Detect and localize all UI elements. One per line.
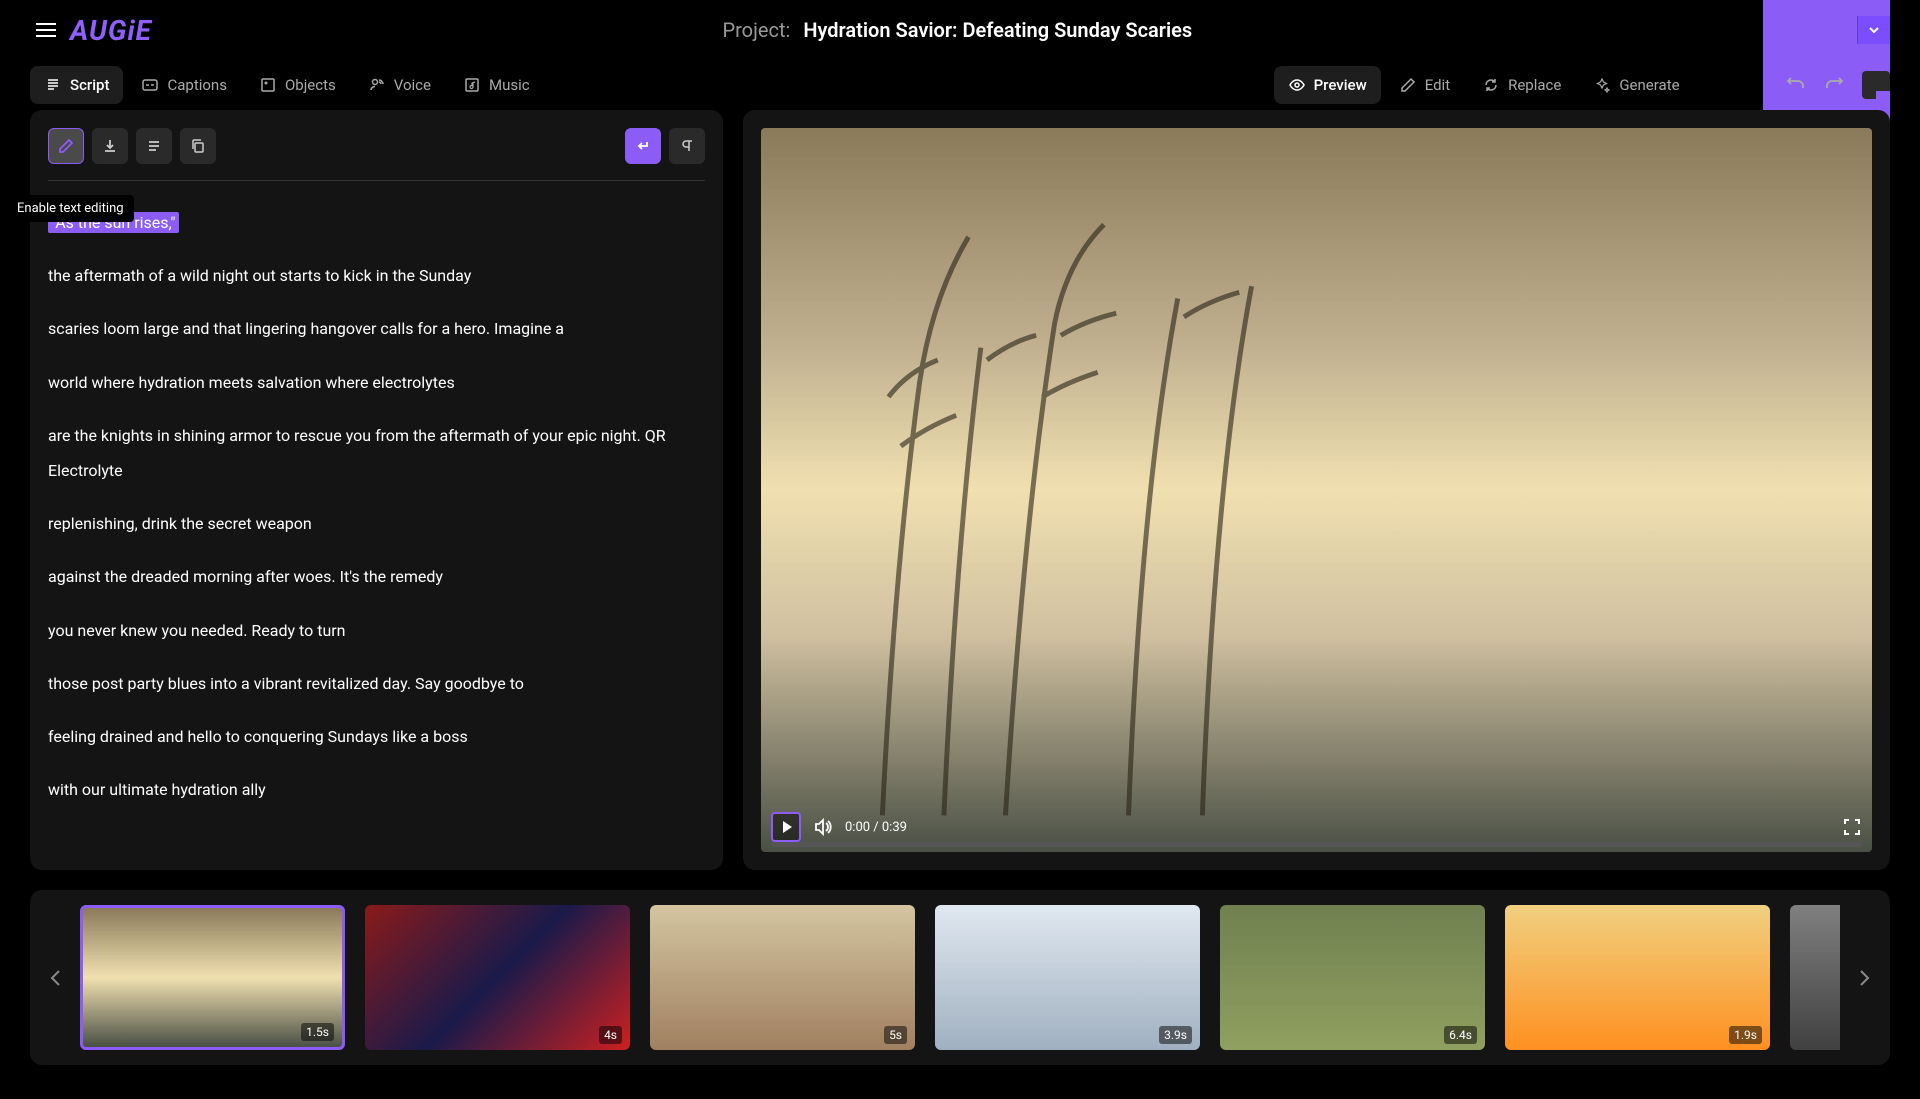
tab-replace[interactable]: Replace bbox=[1468, 66, 1575, 104]
script-line-highlighted[interactable]: "As the sun rises," bbox=[48, 205, 705, 240]
script-icon bbox=[44, 76, 62, 94]
tabs-row: Script Captions Objects Voice Music Prev… bbox=[0, 60, 1920, 110]
header-bar: AUGiE Project: Hydration Savior: Defeati… bbox=[0, 0, 1920, 60]
copy-tool-button[interactable] bbox=[180, 128, 216, 164]
list-tool-button[interactable] bbox=[136, 128, 172, 164]
download-dropdown[interactable] bbox=[1857, 16, 1890, 44]
script-line[interactable]: world where hydration meets salvation wh… bbox=[48, 365, 705, 400]
left-tabs: Script Captions Objects Voice Music bbox=[30, 66, 544, 104]
time-display: 0:00 / 0:39 bbox=[845, 820, 907, 835]
preview-panel: 0:00 / 0:39 bbox=[743, 110, 1890, 870]
tab-edit[interactable]: Edit bbox=[1385, 66, 1464, 104]
script-line[interactable]: with our ultimate hydration ally bbox=[48, 772, 705, 807]
script-line[interactable]: against the dreaded morning after woes. … bbox=[48, 559, 705, 594]
music-icon bbox=[463, 76, 481, 94]
clip-duration: 6.4s bbox=[1444, 1026, 1477, 1044]
copy-icon bbox=[190, 138, 206, 154]
main-content: "As the sun rises," the aftermath of a w… bbox=[0, 110, 1920, 870]
paragraph-icon bbox=[679, 138, 695, 154]
script-line[interactable]: feeling drained and hello to conquering … bbox=[48, 719, 705, 754]
script-line[interactable]: the aftermath of a wild night out starts… bbox=[48, 258, 705, 293]
video-preview[interactable]: 0:00 / 0:39 bbox=[761, 128, 1872, 852]
edit-icon bbox=[1399, 76, 1417, 94]
script-content[interactable]: "As the sun rises," the aftermath of a w… bbox=[48, 180, 705, 825]
tab-script[interactable]: Script bbox=[30, 66, 123, 104]
script-line[interactable]: you never knew you needed. Ready to turn bbox=[48, 613, 705, 648]
generate-icon bbox=[1593, 76, 1611, 94]
objects-icon bbox=[259, 76, 277, 94]
script-line[interactable]: those post party blues into a vibrant re… bbox=[48, 666, 705, 701]
chevron-down-icon bbox=[1868, 24, 1880, 36]
script-line[interactable]: replenishing, drink the secret weapon bbox=[48, 506, 705, 541]
clip-thumbnail[interactable]: 5s bbox=[650, 905, 915, 1050]
clip-duration: 3.9s bbox=[1159, 1026, 1192, 1044]
script-toolbar bbox=[48, 128, 705, 164]
header-action-icons bbox=[1786, 71, 1890, 99]
edit-tool-button[interactable] bbox=[48, 128, 84, 164]
script-line[interactable]: are the knights in shining armor to resc… bbox=[48, 418, 705, 488]
timeline-prev-button[interactable] bbox=[44, 966, 68, 990]
clip-duration: 1.9s bbox=[1729, 1026, 1762, 1044]
enter-tool-button[interactable] bbox=[625, 128, 661, 164]
timeline-next-button[interactable] bbox=[1852, 966, 1876, 990]
right-tabs: Preview Edit Replace Generate bbox=[1274, 66, 1694, 104]
toolbar-left bbox=[48, 128, 216, 164]
video-content-graphic bbox=[817, 200, 1317, 815]
play-button[interactable] bbox=[771, 812, 801, 842]
project-name: Hydration Savior: Defeating Sunday Scari… bbox=[803, 18, 1192, 42]
menu-button[interactable] bbox=[30, 17, 62, 43]
script-line[interactable]: scaries loom large and that lingering ha… bbox=[48, 311, 705, 346]
clip-thumbnail[interactable] bbox=[1790, 905, 1840, 1050]
voice-icon bbox=[368, 76, 386, 94]
replace-icon bbox=[1482, 76, 1500, 94]
clip-thumbnail[interactable]: 1.5s bbox=[80, 905, 345, 1050]
download-icon bbox=[102, 138, 118, 154]
clip-duration: 5s bbox=[884, 1026, 907, 1044]
tab-preview[interactable]: Preview bbox=[1274, 66, 1381, 104]
play-icon bbox=[783, 821, 792, 833]
tab-generate[interactable]: Generate bbox=[1579, 66, 1693, 104]
download-tool-button[interactable] bbox=[92, 128, 128, 164]
fullscreen-button[interactable] bbox=[1842, 817, 1862, 837]
tab-music[interactable]: Music bbox=[449, 66, 544, 104]
project-title: Project: Hydration Savior: Defeating Sun… bbox=[152, 18, 1763, 42]
redo-icon[interactable] bbox=[1824, 75, 1844, 95]
project-label: Project: bbox=[722, 18, 790, 42]
captions-icon bbox=[141, 76, 159, 94]
logo: AUGiE bbox=[70, 14, 152, 47]
progress-bar[interactable] bbox=[771, 842, 1862, 847]
volume-button[interactable] bbox=[813, 817, 833, 837]
preview-icon bbox=[1288, 76, 1306, 94]
script-panel: "As the sun rises," the aftermath of a w… bbox=[30, 110, 723, 870]
list-icon bbox=[146, 138, 162, 154]
paragraph-tool-button[interactable] bbox=[669, 128, 705, 164]
clip-thumbnail[interactable]: 3.9s bbox=[935, 905, 1200, 1050]
timeline: 1.5s 4s 5s 3.9s 6.4s 1.9s bbox=[30, 890, 1890, 1065]
toolbar-right bbox=[625, 128, 705, 164]
enter-icon bbox=[635, 138, 651, 154]
clip-duration: 4s bbox=[599, 1026, 622, 1044]
tab-captions[interactable]: Captions bbox=[127, 66, 240, 104]
save-icon[interactable] bbox=[1862, 71, 1890, 99]
tab-voice[interactable]: Voice bbox=[354, 66, 445, 104]
clip-thumbnail[interactable]: 1.9s bbox=[1505, 905, 1770, 1050]
clip-duration: 1.5s bbox=[301, 1023, 334, 1041]
tooltip: Enable text editing bbox=[7, 195, 134, 222]
clips-container: 1.5s 4s 5s 3.9s 6.4s 1.9s bbox=[80, 905, 1840, 1050]
clip-thumbnail[interactable]: 6.4s bbox=[1220, 905, 1485, 1050]
undo-icon[interactable] bbox=[1786, 75, 1806, 95]
tab-objects[interactable]: Objects bbox=[245, 66, 350, 104]
pencil-icon bbox=[58, 138, 74, 154]
clip-thumbnail[interactable]: 4s bbox=[365, 905, 630, 1050]
